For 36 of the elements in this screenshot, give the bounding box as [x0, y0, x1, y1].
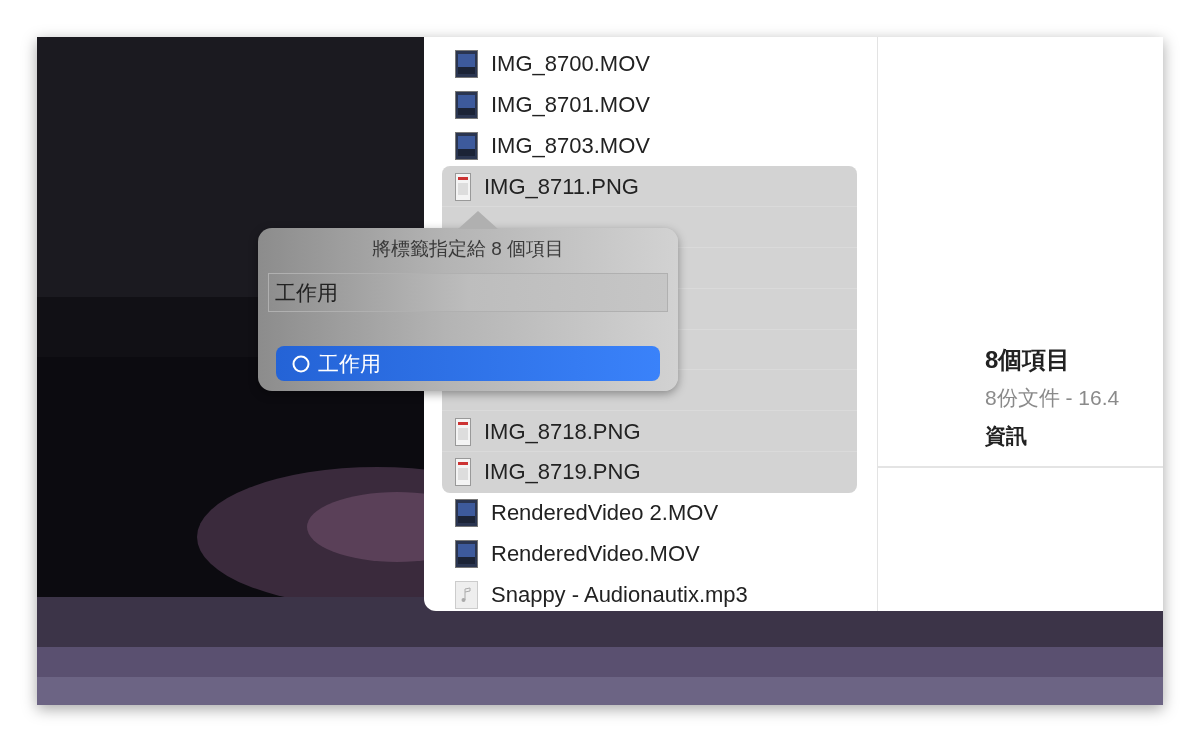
file-name: IMG_8700.MOV: [491, 51, 650, 78]
video-thumbnail-icon: [455, 499, 478, 528]
info-heading: 資訊: [985, 423, 1028, 449]
file-name: IMG_8701.MOV: [491, 92, 650, 119]
file-row[interactable]: RenderedVideo.MOV: [442, 533, 857, 575]
screenshot-thumbnail-icon: [455, 172, 471, 201]
file-row[interactable]: IMG_8711.PNG: [442, 166, 857, 208]
file-row[interactable]: IMG_8703.MOV: [442, 125, 857, 167]
popover-title: 將標籤指定給 8 個項目: [371, 237, 565, 261]
suggestion-label: 工作用: [318, 350, 381, 377]
screenshot-thumbnail-icon: [455, 417, 471, 446]
file-row[interactable]: IMG_8701.MOV: [442, 84, 857, 126]
file-name: IMG_8719.PNG: [484, 459, 641, 486]
video-thumbnail-icon: [455, 132, 478, 160]
preview-summary: 8份文件 - 16.4: [985, 385, 1121, 411]
tag-input-field[interactable]: 工作用: [268, 273, 668, 312]
file-name: RenderedVideo.MOV: [491, 540, 700, 567]
video-thumbnail-icon: [455, 50, 478, 79]
file-row[interactable]: IMG_8719.PNG: [442, 451, 857, 493]
file-row[interactable]: Snappy - Audionautix.mp3: [442, 574, 857, 611]
preview-title: 8個項目: [985, 345, 1072, 375]
video-thumbnail-icon: [455, 91, 478, 120]
screenshot-thumbnail-icon: [455, 458, 471, 487]
file-name: RenderedVideo 2.MOV: [491, 500, 719, 527]
video-thumbnail-icon: [455, 539, 478, 568]
music-file-icon: [455, 580, 478, 609]
file-row[interactable]: IMG_8700.MOV: [442, 44, 857, 85]
file-row[interactable]: IMG_8718.PNG: [442, 411, 857, 452]
popover-arrow: [458, 211, 498, 229]
file-row[interactable]: RenderedVideo 2.MOV: [442, 492, 857, 534]
file-name: IMG_8711.PNG: [484, 173, 639, 200]
file-name: IMG_8718.PNG: [484, 418, 641, 445]
tag-suggestion[interactable]: 工作用: [276, 346, 660, 381]
file-name: IMG_8703.MOV: [491, 133, 650, 159]
file-name: Snappy - Audionautix.mp3: [491, 581, 748, 608]
circle-icon: [292, 354, 310, 373]
